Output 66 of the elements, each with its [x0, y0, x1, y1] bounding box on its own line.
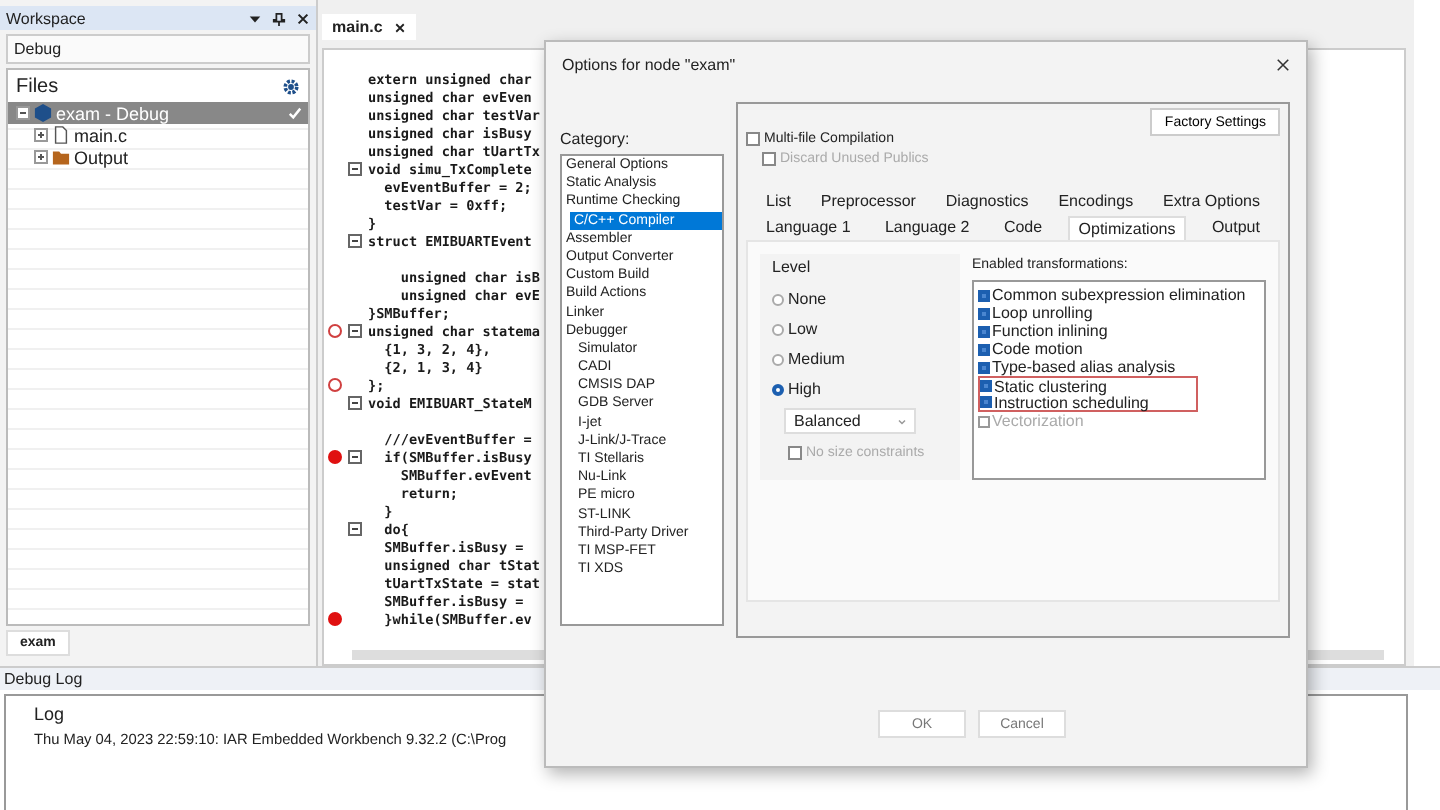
collapse-icon[interactable]	[347, 450, 361, 464]
collapse-icon[interactable]	[347, 396, 361, 410]
tab[interactable]: Extra Options	[1155, 190, 1268, 212]
collapse-icon[interactable]	[16, 106, 30, 120]
radio-button[interactable]	[772, 293, 784, 305]
checklist-item[interactable]: Type-based alias analysis	[978, 358, 1260, 376]
group-title: Level	[772, 258, 813, 276]
radio-label: None	[788, 290, 827, 308]
checkbox[interactable]	[978, 343, 990, 355]
checklist-item[interactable]: Static clustering	[978, 376, 1198, 394]
checklist-item[interactable]: Function inlining	[978, 322, 1260, 340]
tree-item[interactable]: Output	[8, 146, 308, 168]
radio-button[interactable]	[772, 383, 784, 395]
collapse-icon[interactable]	[347, 522, 361, 536]
check-icon	[288, 106, 302, 120]
expand-icon[interactable]	[34, 150, 48, 164]
collapse-icon[interactable]	[347, 234, 361, 248]
tab[interactable]: Output	[1203, 216, 1268, 238]
tab[interactable]: Language 1	[758, 216, 859, 238]
checklist-item[interactable]: Common subexpression elimination	[978, 286, 1260, 304]
tab[interactable]: Encodings	[1050, 190, 1142, 212]
radio-button[interactable]	[772, 353, 784, 365]
checklist-item[interactable]: Instruction scheduling	[978, 394, 1198, 412]
configuration-dropdown[interactable]: Debug	[6, 34, 310, 64]
checklist-item[interactable]: Loop unrolling	[978, 304, 1260, 322]
collapse-icon[interactable]	[347, 162, 361, 176]
breakpoint-icon[interactable]	[327, 450, 341, 464]
strategy-dropdown[interactable]: Balanced	[784, 408, 916, 434]
breakpoint-icon[interactable]	[327, 612, 341, 626]
close-icon[interactable]	[296, 11, 310, 25]
checkbox[interactable]	[978, 289, 990, 301]
tree-item[interactable]: main.c	[8, 124, 308, 146]
radio-label: Medium	[788, 350, 845, 368]
checkbox[interactable]	[978, 361, 990, 373]
category-label: Category:	[560, 130, 632, 148]
radio-button[interactable]	[772, 323, 784, 335]
tree-item[interactable]: exam - Debug	[8, 102, 308, 124]
tab[interactable]: Code	[995, 216, 1051, 238]
tab[interactable]: Language 2	[876, 216, 978, 238]
folder-icon	[52, 148, 70, 166]
checkbox[interactable]	[980, 380, 992, 392]
pin-icon[interactable]	[272, 11, 286, 25]
checkbox[interactable]	[978, 307, 990, 319]
expand-icon[interactable]	[34, 128, 48, 142]
tab[interactable]: Optimizations	[1068, 215, 1186, 239]
checkbox[interactable]	[978, 325, 990, 337]
checklist-item[interactable]: Code motion	[978, 340, 1260, 358]
close-icon[interactable]	[394, 21, 407, 33]
tab[interactable]: Preprocessor	[812, 190, 924, 212]
close-icon[interactable]	[1276, 57, 1290, 71]
dialog-title: Options for node "exam"	[562, 55, 736, 73]
tab[interactable]: List	[758, 190, 799, 212]
files-header: Files	[16, 76, 59, 98]
dropdown-icon[interactable]	[248, 11, 262, 25]
checkbox[interactable]	[746, 131, 760, 145]
checkbox[interactable]	[980, 396, 992, 408]
panel-title: Debug Log	[4, 670, 83, 688]
caret-icon	[896, 415, 908, 427]
settings-icon[interactable]	[282, 78, 300, 96]
radio-label: Low	[788, 320, 818, 338]
panel-title: Workspace	[6, 9, 86, 27]
radio-label: High	[788, 380, 821, 398]
column-header: Log	[34, 704, 65, 724]
collapse-icon[interactable]	[347, 324, 361, 338]
editor-tab[interactable]: main.c	[322, 14, 417, 40]
tab[interactable]: Diagnostics	[937, 190, 1037, 212]
